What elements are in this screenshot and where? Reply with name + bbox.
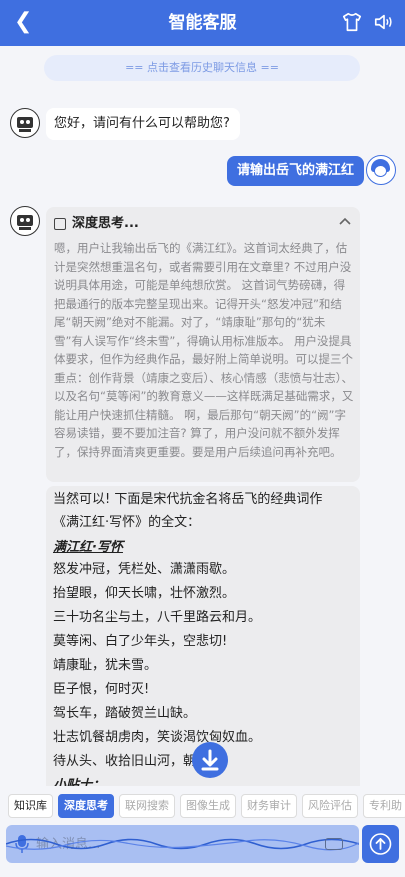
- poem-title: 满江红·写怀: [53, 540, 123, 555]
- chip-financial-audit[interactable]: 财务审计: [241, 794, 297, 818]
- bot-avatar: [10, 108, 40, 138]
- speaker-icon[interactable]: [373, 11, 395, 33]
- tip-title: 小贴士：: [53, 778, 106, 786]
- answer-intro: 《满江红·写怀》的全文：: [53, 515, 201, 530]
- thinking-icon: [54, 218, 66, 230]
- poem-line: 靖康耻，犹未雪。: [53, 658, 158, 673]
- chip-patent-assistant[interactable]: 专利助: [363, 794, 405, 818]
- chip-risk-assessment[interactable]: 风险评估: [302, 794, 358, 818]
- poem-line: 驾长车，踏破贺兰山缺。: [53, 706, 197, 721]
- send-button[interactable]: [362, 825, 399, 863]
- user-avatar: [366, 155, 396, 185]
- bot-avatar: [10, 206, 40, 236]
- bot-greeting-text: 您好，请问有什么可以帮助您?: [54, 116, 230, 131]
- poem-line: 莫等闲、白了少年头，空悲切!: [53, 634, 228, 649]
- answer-intro: 当然可以! 下面是宋代抗金名将岳飞的经典词作: [53, 492, 323, 507]
- header-bar: ❮ 智能客服: [0, 0, 405, 46]
- bot-greeting-bubble: 您好，请问有什么可以帮助您?: [46, 108, 240, 140]
- answer-panel: 当然可以! 下面是宋代抗金名将岳飞的经典词作 《满江红·写怀》的全文： 满江红·…: [46, 486, 360, 786]
- user-message-bubble: 请输出岳飞的满江红: [227, 156, 365, 186]
- scroll-down-icon: [201, 749, 219, 771]
- keyboard-icon[interactable]: [325, 838, 343, 850]
- poem-line: 壮志饥餐胡虏肉，笑谈渴饮匈奴血。: [53, 730, 262, 745]
- feature-toolbar: 知识库 深度思考 联网搜索 图像生成 财务审计 风险评估 专利助: [0, 790, 405, 822]
- thinking-title: 深度思考...: [72, 216, 139, 231]
- thinking-panel: 深度思考... 嗯，用户让我输出岳飞的《满江红》。这首词太经典了，估计是突然想重…: [46, 207, 360, 482]
- poem-line: 臣子恨，何时灭!: [53, 682, 150, 697]
- chip-web-search[interactable]: 联网搜索: [119, 794, 175, 818]
- chip-knowledge-base[interactable]: 知识库: [8, 794, 53, 818]
- chip-deep-thinking[interactable]: 深度思考: [58, 794, 114, 818]
- history-link[interactable]: == 点击查看历史聊天信息 ==: [44, 55, 360, 81]
- scroll-down-button[interactable]: [192, 742, 228, 778]
- message-input[interactable]: [36, 829, 316, 859]
- thinking-text: 嗯，用户让我输出岳飞的《满江红》。这首词太经典了，估计是突然想重温名句，或者需要…: [54, 241, 354, 459]
- microphone-icon[interactable]: [15, 834, 29, 854]
- send-up-icon: [369, 833, 392, 855]
- poem-line: 三十功名尘与土，八千里路云和月。: [53, 610, 262, 625]
- poem-line: 抬望眼，仰天长啸，壮怀激烈。: [53, 586, 236, 601]
- user-message-text: 请输出岳飞的满江红: [237, 163, 355, 178]
- shirt-icon[interactable]: [341, 11, 363, 33]
- poem-line: 怒发冲冠，凭栏处、潇潇雨歇。: [53, 562, 236, 577]
- chevron-up-icon[interactable]: [338, 215, 352, 229]
- message-input-area: [6, 825, 359, 863]
- chip-image-generation[interactable]: 图像生成: [180, 794, 236, 818]
